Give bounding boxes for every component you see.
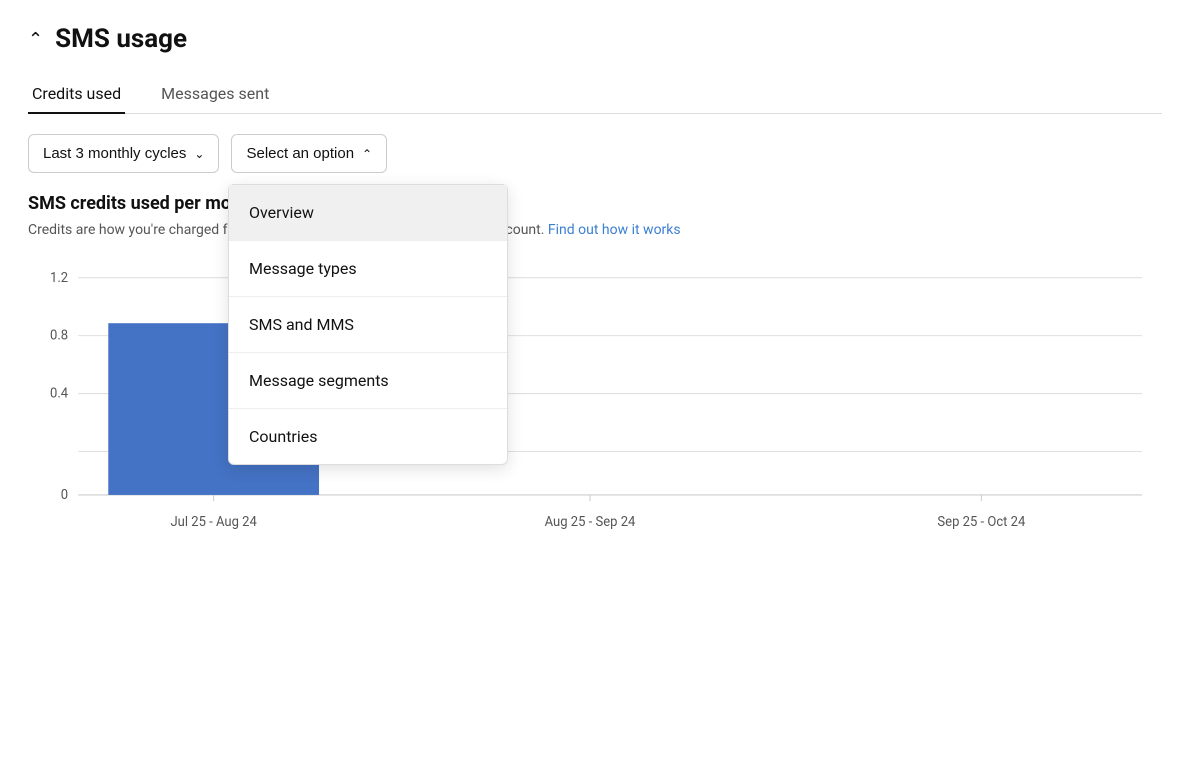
option-dropdown-label: Select an option <box>246 145 354 162</box>
svg-text:0: 0 <box>61 488 68 503</box>
option-chevron-up-icon: ⌃ <box>362 147 372 161</box>
header-row: ⌃ SMS usage <box>28 24 1162 54</box>
chart-area: 1.2 0.8 0.4 0 Jul 25 - Aug 24 Aug 25 - S… <box>28 257 1162 557</box>
period-dropdown-label: Last 3 monthly cycles <box>43 145 186 162</box>
bar-chart: 1.2 0.8 0.4 0 Jul 25 - Aug 24 Aug 25 - S… <box>28 257 1162 557</box>
section-header: SMS credits used per month Credits are h… <box>28 193 1162 241</box>
svg-text:1.2: 1.2 <box>50 271 68 286</box>
option-dropdown-menu: Overview Message types SMS and MMS Messa… <box>228 184 508 465</box>
dropdown-item-overview[interactable]: Overview <box>229 185 507 241</box>
period-dropdown-button[interactable]: Last 3 monthly cycles ⌄ <box>28 134 219 173</box>
dropdown-item-message-types[interactable]: Message types <box>229 241 507 297</box>
page-title: SMS usage <box>55 24 187 54</box>
tab-messages-sent[interactable]: Messages sent <box>157 74 273 113</box>
section-description: Credits are how you're charged for SMS, … <box>28 220 1162 241</box>
find-out-link[interactable]: Find out how it works <box>548 222 681 238</box>
dropdown-item-message-segments[interactable]: Message segments <box>229 353 507 409</box>
page-container: ⌃ SMS usage Credits used Messages sent L… <box>0 0 1190 581</box>
svg-text:Jul 25 - Aug 24: Jul 25 - Aug 24 <box>170 515 257 530</box>
dropdown-item-countries[interactable]: Countries <box>229 409 507 464</box>
filters-row: Last 3 monthly cycles ⌄ Select an option… <box>28 134 1162 173</box>
svg-text:Sep 25 - Oct 24: Sep 25 - Oct 24 <box>937 515 1025 530</box>
period-chevron-down-icon: ⌄ <box>194 147 204 161</box>
svg-text:0.8: 0.8 <box>50 329 68 344</box>
option-dropdown-button[interactable]: Select an option ⌃ <box>231 134 387 173</box>
tab-credits-used[interactable]: Credits used <box>28 74 125 113</box>
collapse-icon[interactable]: ⌃ <box>28 29 43 50</box>
section-title: SMS credits used per month <box>28 193 1162 214</box>
svg-text:Aug 25 - Sep 24: Aug 25 - Sep 24 <box>545 515 636 530</box>
dropdown-item-sms-mms[interactable]: SMS and MMS <box>229 297 507 353</box>
tabs-row: Credits used Messages sent <box>28 74 1162 114</box>
svg-text:0.4: 0.4 <box>50 387 69 402</box>
